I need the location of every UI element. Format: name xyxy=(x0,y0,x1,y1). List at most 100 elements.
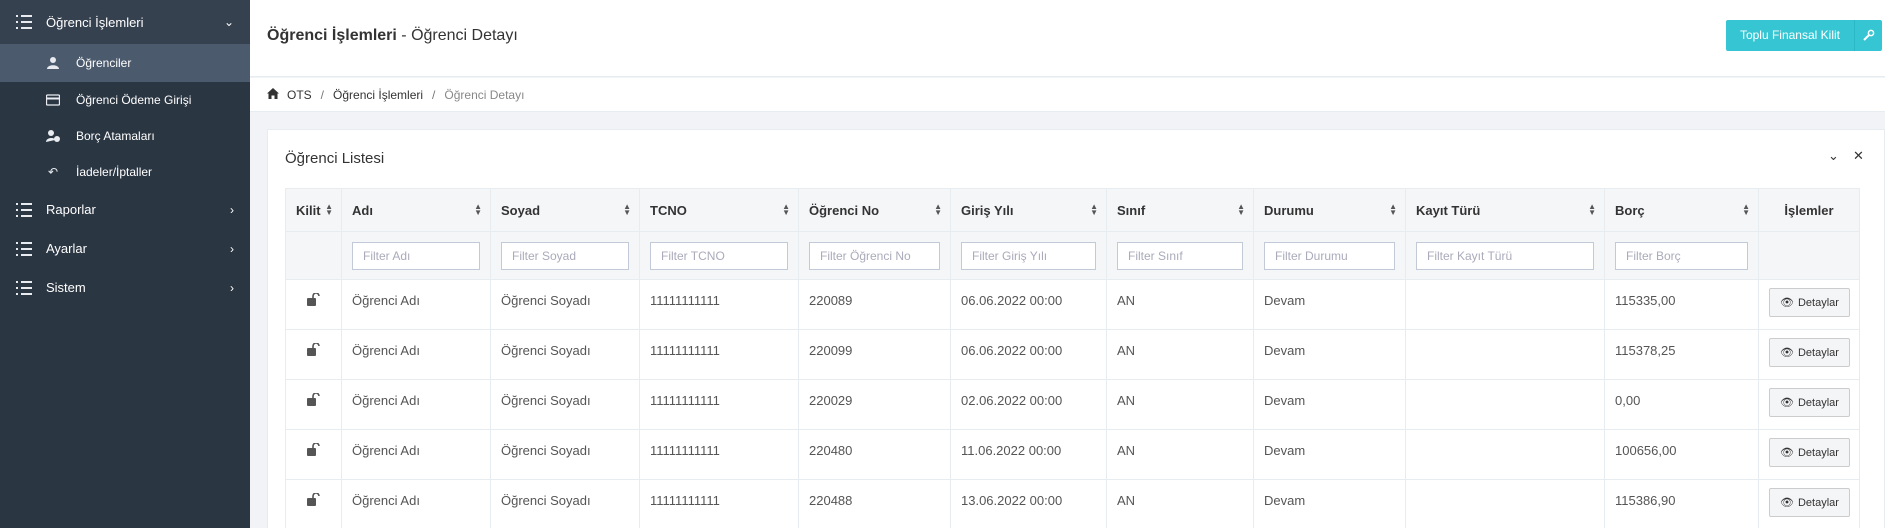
details-button[interactable]: 👁 Detaylar xyxy=(1769,438,1850,467)
filter-adi-input[interactable] xyxy=(352,241,480,270)
sort-icon: ▲ ▼ xyxy=(1389,202,1397,217)
column-header-ogrenci-no[interactable]: Öğrenci No ▲ ▼ xyxy=(798,188,951,232)
bulk-financial-lock-label: Toplu Finansal Kilit xyxy=(1739,28,1840,42)
filter-cell xyxy=(1253,231,1406,280)
wrench-icon xyxy=(1854,20,1882,51)
filter-ogrenci-no-input[interactable] xyxy=(809,241,940,270)
column-header-sinif[interactable]: Sınıf ▲ ▼ xyxy=(1106,188,1254,232)
column-header-soyad[interactable]: Soyad ▲ ▼ xyxy=(490,188,640,232)
table-row: Öğrenci Adı Öğrenci Soyadı 11111111111 2… xyxy=(285,479,1860,528)
chevron-right-icon: › xyxy=(230,241,234,256)
unlock-icon[interactable] xyxy=(307,292,320,309)
eye-icon: 👁 xyxy=(1780,497,1794,509)
filter-durumu-input[interactable] xyxy=(1264,241,1395,270)
filter-sinif-input[interactable] xyxy=(1117,241,1243,270)
details-label: Detaylar xyxy=(1797,346,1839,359)
sidebar-group-ayarlar[interactable]: Ayarlar › xyxy=(0,229,250,268)
filter-cell xyxy=(1106,231,1254,280)
undo-icon: ↶ xyxy=(47,165,59,179)
cell-kayit-turu xyxy=(1405,429,1605,480)
filter-cell xyxy=(341,231,491,280)
unlock-icon[interactable] xyxy=(307,342,320,359)
column-header-adi[interactable]: Adı ▲ ▼ xyxy=(341,188,491,232)
breadcrumb-separator: / xyxy=(320,87,325,102)
unlock-icon[interactable] xyxy=(307,492,320,509)
sort-icon: ▲ ▼ xyxy=(1742,202,1750,217)
details-label: Detaylar xyxy=(1797,396,1839,409)
column-header-kilit[interactable]: Kilit ▲ ▼ xyxy=(285,188,342,232)
column-header-label: TCNO xyxy=(650,202,687,218)
cell-giris-yili: 11.06.2022 00:00 xyxy=(950,429,1107,480)
cell-actions: 👁 Detaylar xyxy=(1758,429,1860,480)
unlock-icon[interactable] xyxy=(307,392,320,409)
filter-cell xyxy=(639,231,799,280)
page-title-sub: - Öğrenci Detayı xyxy=(396,27,518,44)
cell-giris-yili: 06.06.2022 00:00 xyxy=(950,329,1107,380)
page-title: Öğrenci İşlemleri - Öğrenci Detayı xyxy=(267,27,518,45)
filter-kayit-turu-input[interactable] xyxy=(1416,241,1594,270)
eye-icon: 👁 xyxy=(1780,297,1794,309)
details-button[interactable]: 👁 Detaylar xyxy=(1769,288,1850,317)
details-button[interactable]: 👁 Detaylar xyxy=(1769,338,1850,367)
cell-borc: 115335,00 xyxy=(1604,279,1759,330)
sidebar-item-ogrenciler[interactable]: Öğrenciler xyxy=(0,44,250,82)
unlock-icon[interactable] xyxy=(307,442,320,459)
cell-borc: 0,00 xyxy=(1604,379,1759,430)
cell-soyad: Öğrenci Soyadı xyxy=(490,479,640,528)
cell-borc: 115386,90 xyxy=(1604,479,1759,528)
sidebar-item-odeme-girisi[interactable]: Öğrenci Ödeme Girişi xyxy=(0,82,250,118)
breadcrumb-item-ots[interactable]: OTS xyxy=(287,88,312,102)
bulk-financial-lock-button[interactable]: Toplu Finansal Kilit xyxy=(1725,20,1882,51)
breadcrumb-item-ogrenci-islemleri[interactable]: Öğrenci İşlemleri xyxy=(333,88,423,102)
cell-tcno: 11111111111 xyxy=(639,329,799,380)
details-label: Detaylar xyxy=(1797,296,1839,309)
filter-cell xyxy=(1405,231,1605,280)
student-table: Kilit ▲ ▼ Adı ▲ ▼ Soyad ▲ ▼ TCNO ▲ ▼ Öğrenci No ▲… xyxy=(285,188,1860,528)
sort-icon: ▲ ▼ xyxy=(474,202,482,217)
list-icon xyxy=(16,202,32,217)
filter-row xyxy=(285,231,1860,280)
filter-cell xyxy=(490,231,640,280)
column-header-durumu[interactable]: Durumu ▲ ▼ xyxy=(1253,188,1406,232)
details-button[interactable]: 👁 Detaylar xyxy=(1769,488,1850,517)
sidebar-item-borc-atamalari[interactable]: Borç Atamaları xyxy=(0,118,250,154)
lock-cell xyxy=(285,279,342,330)
filter-cell xyxy=(950,231,1107,280)
collapse-chevron-icon[interactable]: ⌄ xyxy=(1828,148,1839,164)
close-icon[interactable]: ✕ xyxy=(1853,148,1864,164)
column-header-giris-yili[interactable]: Giriş Yılı ▲ ▼ xyxy=(950,188,1107,232)
column-header-label: Borç xyxy=(1615,202,1645,218)
sidebar-group-ogrenci-islemleri[interactable]: Öğrenci İşlemleri ⌄ xyxy=(0,0,250,44)
cell-soyad: Öğrenci Soyadı xyxy=(490,379,640,430)
eye-icon: 👁 xyxy=(1780,447,1794,459)
cell-tcno: 11111111111 xyxy=(639,279,799,330)
column-header-kayit-turu[interactable]: Kayıt Türü ▲ ▼ xyxy=(1405,188,1605,232)
filter-borc-input[interactable] xyxy=(1615,241,1748,270)
sort-icon: ▲ ▼ xyxy=(782,202,790,217)
cell-soyad: Öğrenci Soyadı xyxy=(490,279,640,330)
details-button[interactable]: 👁 Detaylar xyxy=(1769,388,1850,417)
sidebar-item-label: Öğrenciler xyxy=(76,56,132,70)
table-row: Öğrenci Adı Öğrenci Soyadı 11111111111 2… xyxy=(285,429,1860,480)
cell-ogrenci-no: 220029 xyxy=(798,379,951,430)
filter-giris-yili-input[interactable] xyxy=(961,241,1096,270)
chevron-right-icon: › xyxy=(230,280,234,295)
column-header-borc[interactable]: Borç ▲ ▼ xyxy=(1604,188,1759,232)
page-title-main: Öğrenci İşlemleri xyxy=(267,27,397,44)
cell-tcno: 11111111111 xyxy=(639,479,799,528)
cell-ogrenci-no: 220480 xyxy=(798,429,951,480)
cell-actions: 👁 Detaylar xyxy=(1758,479,1860,528)
filter-soyad-input[interactable] xyxy=(501,241,629,270)
column-header-tcno[interactable]: TCNO ▲ ▼ xyxy=(639,188,799,232)
credit-card-icon xyxy=(46,93,60,107)
sidebar-item-iadeler[interactable]: ↶ İadeler/İptaller xyxy=(0,154,250,190)
column-header-label: Sınıf xyxy=(1117,202,1146,218)
sort-icon: ▲ ▼ xyxy=(1588,202,1596,217)
cell-adi: Öğrenci Adı xyxy=(341,479,491,528)
filter-tcno-input[interactable] xyxy=(650,241,788,270)
sidebar-group-raporlar[interactable]: Raporlar › xyxy=(0,190,250,229)
column-header-label: İşlemler xyxy=(1784,202,1834,218)
cell-ogrenci-no: 220089 xyxy=(798,279,951,330)
sidebar-group-sistem[interactable]: Sistem › xyxy=(0,268,250,307)
cell-borc: 100656,00 xyxy=(1604,429,1759,480)
